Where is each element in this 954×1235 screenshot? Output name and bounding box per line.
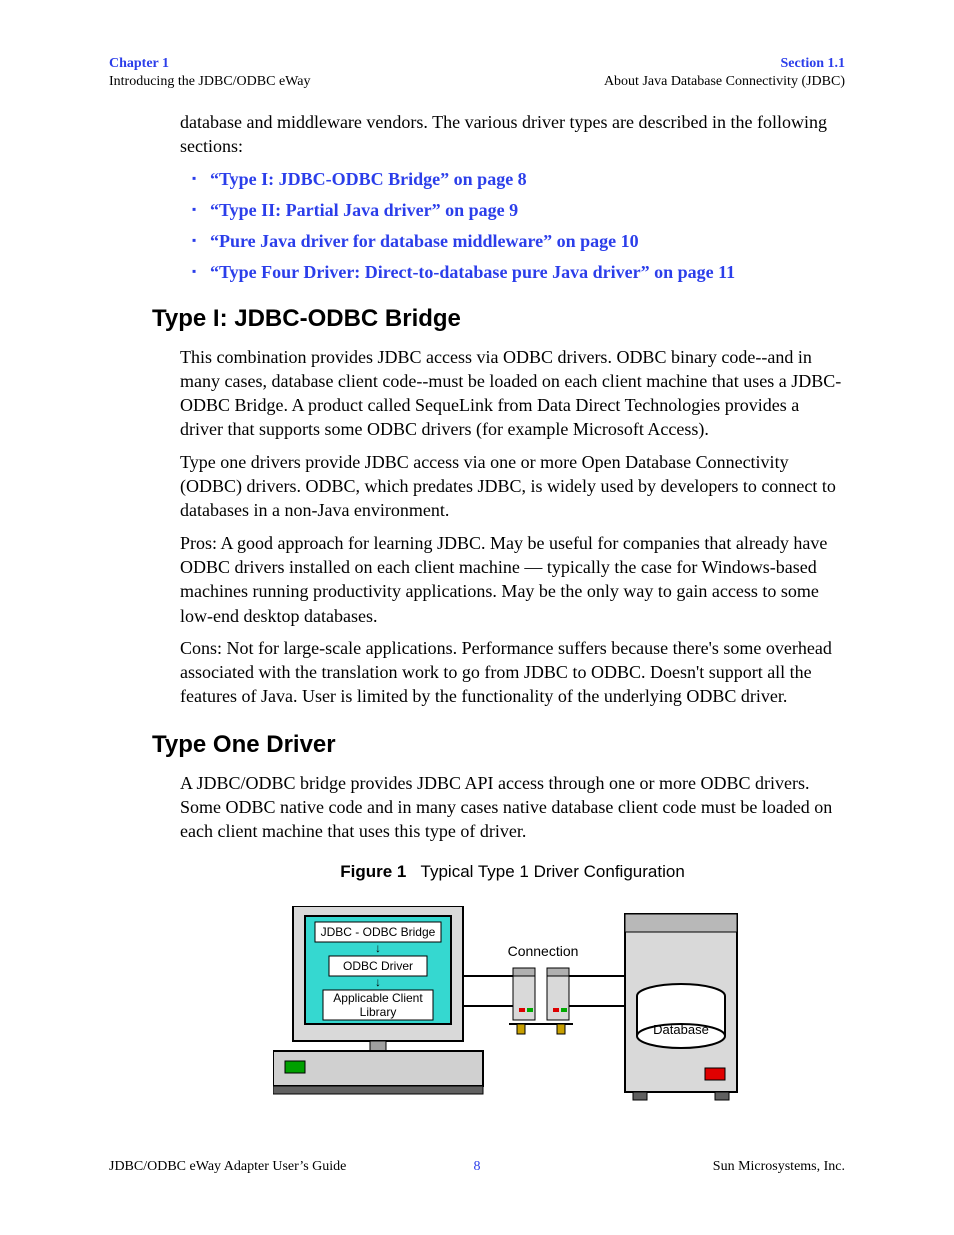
sec1-p2: Type one drivers provide JDBC access via… bbox=[180, 450, 845, 523]
heading-type-i: Type I: JDBC-ODBC Bridge bbox=[152, 305, 845, 333]
heading-type-one-driver: Type One Driver bbox=[152, 731, 845, 759]
svg-text:↓: ↓ bbox=[375, 941, 381, 955]
sec1-p3: Pros: A good approach for learning JDBC.… bbox=[180, 531, 845, 628]
intro-paragraph: database and middleware vendors. The var… bbox=[180, 110, 845, 159]
link-type-4[interactable]: “Type Four Driver: Direct-to-database pu… bbox=[210, 262, 845, 283]
header-section: Section 1.1 bbox=[604, 55, 845, 73]
page-content: database and middleware vendors. The var… bbox=[180, 110, 845, 1116]
header-left: Chapter 1 Introducing the JDBC/ODBC eWay bbox=[109, 55, 310, 90]
figure-label: Figure 1 bbox=[340, 862, 406, 881]
link-type-1[interactable]: “Type I: JDBC-ODBC Bridge” on page 8 bbox=[210, 169, 845, 190]
figure-1-diagram: JDBC - ODBC Bridge ↓ ODBC Driver ↓ Appli… bbox=[273, 906, 753, 1116]
link-type-2[interactable]: “Type II: Partial Java driver” on page 9 bbox=[210, 200, 845, 221]
server-box-1 bbox=[513, 968, 535, 1020]
link-type-3[interactable]: “Pure Java driver for database middlewar… bbox=[210, 231, 845, 252]
header-right-sub: About Java Database Connectivity (JDBC) bbox=[604, 73, 845, 91]
sec1-p1: This combination provides JDBC access vi… bbox=[180, 345, 845, 442]
screen-text-odbc: ODBC Driver bbox=[342, 959, 412, 973]
screen-text-bridge: JDBC - ODBC Bridge bbox=[320, 925, 435, 939]
database-label: Database bbox=[653, 1022, 709, 1037]
database-tower: Database bbox=[625, 914, 737, 1092]
svg-text:↓: ↓ bbox=[375, 975, 381, 989]
server-box-2 bbox=[547, 968, 569, 1020]
screen-text-lib2: Library bbox=[359, 1005, 396, 1019]
figure-caption: Figure 1 Typical Type 1 Driver Configura… bbox=[180, 862, 845, 882]
header-chapter: Chapter 1 bbox=[109, 55, 310, 73]
header-left-sub: Introducing the JDBC/ODBC eWay bbox=[109, 73, 310, 91]
sec2-p1: A JDBC/ODBC bridge provides JDBC API acc… bbox=[180, 771, 845, 844]
figure-title: Typical Type 1 Driver Configuration bbox=[421, 862, 685, 881]
sec1-p4: Cons: Not for large-scale applications. … bbox=[180, 636, 845, 709]
section-links-list: “Type I: JDBC-ODBC Bridge” on page 8 “Ty… bbox=[180, 169, 845, 283]
footer-right: Sun Microsystems, Inc. bbox=[713, 1159, 845, 1175]
connection-label: Connection bbox=[507, 943, 578, 959]
header-right: Section 1.1 About Java Database Connecti… bbox=[604, 55, 845, 90]
screen-text-lib1: Applicable Client bbox=[333, 991, 423, 1005]
